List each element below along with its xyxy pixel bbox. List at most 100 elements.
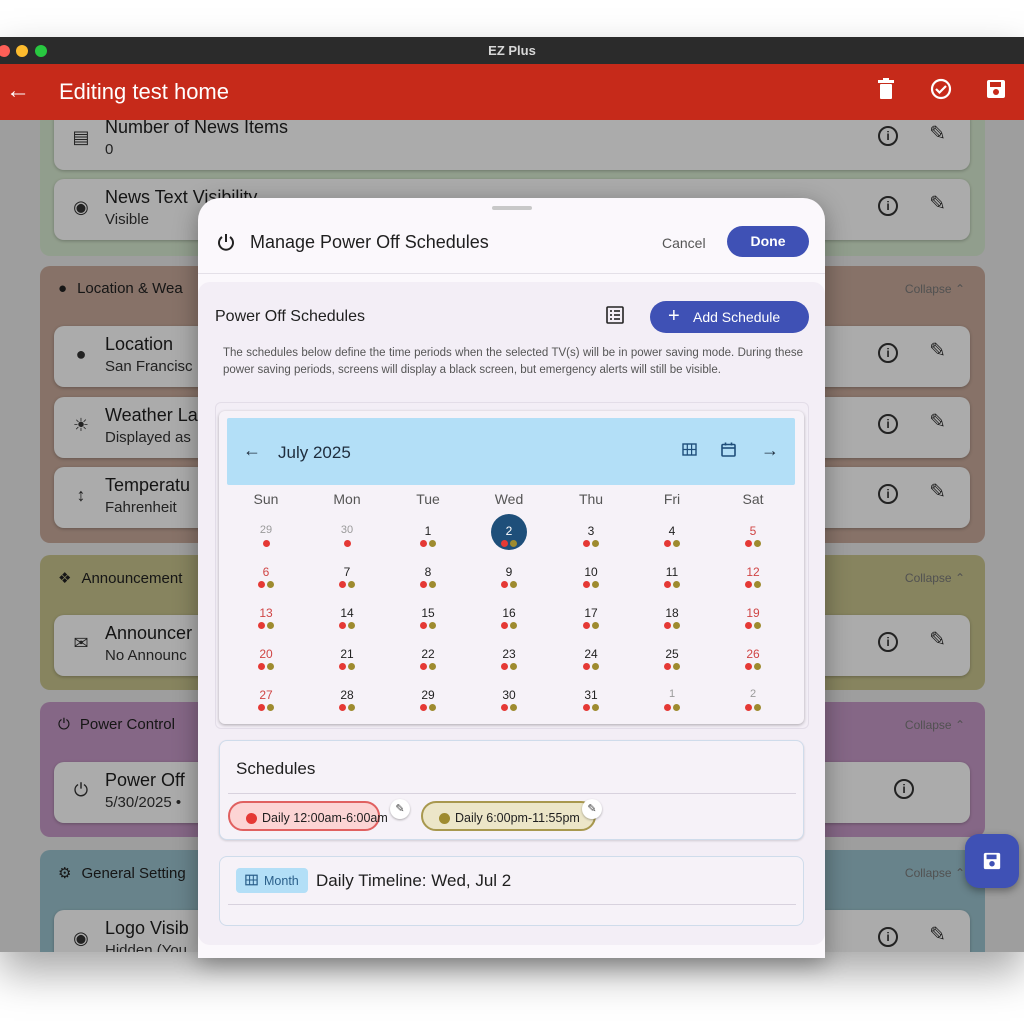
done-button[interactable]: Done xyxy=(727,226,809,257)
calendar-day[interactable]: 25 xyxy=(642,641,702,677)
calendar-day[interactable]: 17 xyxy=(561,600,621,636)
calendar-day[interactable]: 22 xyxy=(398,641,458,677)
timeline-title: Daily Timeline: Wed, Jul 2 xyxy=(316,871,512,890)
calendar-day[interactable]: 8 xyxy=(398,559,458,595)
schedule-indicator-dot xyxy=(754,704,761,711)
calendar-day[interactable]: 2 xyxy=(723,682,783,718)
schedule-indicator-dot xyxy=(267,704,274,711)
calendar-day[interactable]: 30 xyxy=(479,682,539,718)
calendar-day[interactable]: 24 xyxy=(561,641,621,677)
schedule-indicator-dot xyxy=(583,581,590,588)
schedules-card: Schedules Daily 12:00am-6:00am ✎ Daily 6… xyxy=(219,740,804,840)
calendar-icon[interactable] xyxy=(721,442,736,457)
schedule-indicator-dot xyxy=(420,622,427,629)
schedule-indicator-dot xyxy=(348,622,355,629)
schedule-indicator-dot xyxy=(348,704,355,711)
calendar-day[interactable]: 7 xyxy=(317,559,377,595)
schedule-color-dot xyxy=(439,813,450,824)
calendar-day[interactable]: 29 xyxy=(236,518,296,554)
save-fab[interactable] xyxy=(965,834,1019,888)
schedule-indicator-dot xyxy=(420,704,427,711)
schedule-indicator-dot xyxy=(420,663,427,670)
weekday-label: Sat xyxy=(742,491,764,507)
schedule-indicator-dot xyxy=(745,540,752,547)
calendar-day[interactable]: 30 xyxy=(317,518,377,554)
schedule-indicator-dot xyxy=(673,622,680,629)
window-titlebar: EZ Plus xyxy=(0,37,1024,64)
calendar-day[interactable]: 15 xyxy=(398,600,458,636)
month-label: July 2025 xyxy=(278,443,351,462)
schedule-chip[interactable]: Daily 12:00am-6:00am ✎ xyxy=(228,799,410,831)
schedule-indicator-dot xyxy=(267,663,274,670)
schedule-indicator-dot xyxy=(754,540,761,547)
calendar-day[interactable]: 28 xyxy=(317,682,377,718)
schedule-indicator-dot xyxy=(258,704,265,711)
calendar-day[interactable]: 14 xyxy=(317,600,377,636)
schedule-chip[interactable]: Daily 6:00pm-11:55pm ✎ xyxy=(421,799,602,831)
day-number: 7 xyxy=(343,565,351,579)
day-number: 30 xyxy=(340,524,354,536)
schedule-indicator-dot xyxy=(348,663,355,670)
calendar-header: ← July 2025 → xyxy=(227,418,795,485)
schedule-indicator-dot xyxy=(592,663,599,670)
calendar-day[interactable]: 31 xyxy=(561,682,621,718)
calendar-day[interactable]: 11 xyxy=(642,559,702,595)
calendar-day[interactable]: 2 xyxy=(479,514,539,554)
day-number: 29 xyxy=(421,688,435,702)
calendar-day[interactable]: 19 xyxy=(723,600,783,636)
schedule-indicator-dot xyxy=(745,622,752,629)
calendar-day[interactable]: 16 xyxy=(479,600,539,636)
schedule-indicator-dot xyxy=(429,663,436,670)
weekday-label: Wed xyxy=(494,491,524,507)
day-number: 2 xyxy=(505,524,513,538)
schedule-indicator-dot xyxy=(745,704,752,711)
calendar-day[interactable]: 26 xyxy=(723,641,783,677)
calendar-day[interactable]: 10 xyxy=(561,559,621,595)
calendar-day[interactable]: 12 xyxy=(723,559,783,595)
calendar-day[interactable]: 18 xyxy=(642,600,702,636)
back-arrow-icon[interactable]: ← xyxy=(6,77,30,105)
calendar-day[interactable]: 23 xyxy=(479,641,539,677)
next-month-arrow-icon[interactable]: → xyxy=(761,440,779,461)
calendar-day[interactable]: 3 xyxy=(561,518,621,554)
check-circle-icon[interactable] xyxy=(930,78,952,106)
day-number: 14 xyxy=(340,606,354,620)
month-view-toggle[interactable]: Month xyxy=(236,868,308,893)
calendar-day[interactable]: 5 xyxy=(723,518,783,554)
schedule-indicator-dot xyxy=(339,581,346,588)
save-icon[interactable] xyxy=(985,78,1007,106)
calendar-day[interactable]: 27 xyxy=(236,682,296,718)
calendar-day[interactable]: 6 xyxy=(236,559,296,595)
drag-handle[interactable] xyxy=(492,206,532,210)
list-view-icon[interactable] xyxy=(606,306,624,324)
window-title: EZ Plus xyxy=(488,43,536,58)
day-number: 4 xyxy=(668,524,676,538)
delete-icon[interactable] xyxy=(876,78,896,106)
schedule-indicator-dot xyxy=(501,581,508,588)
calendar-day[interactable]: 4 xyxy=(642,518,702,554)
calendar-day[interactable]: 9 xyxy=(479,559,539,595)
day-number: 18 xyxy=(665,606,679,620)
schedules-title: Schedules xyxy=(236,759,316,778)
pencil-icon[interactable]: ✎ xyxy=(582,799,602,819)
day-number: 15 xyxy=(421,606,435,620)
schedule-indicator-dot xyxy=(258,663,265,670)
prev-month-arrow-icon[interactable]: ← xyxy=(243,440,261,461)
schedule-indicator-dot xyxy=(510,540,517,547)
schedule-indicator-dot xyxy=(429,540,436,547)
cancel-button[interactable]: Cancel xyxy=(662,235,706,251)
divider xyxy=(228,793,796,794)
daily-timeline-card: Month Daily Timeline: Wed, Jul 2 xyxy=(219,856,804,926)
add-schedule-button[interactable]: + Add Schedule xyxy=(650,301,809,333)
calendar-day[interactable]: 13 xyxy=(236,600,296,636)
day-number: 24 xyxy=(584,647,598,661)
calendar-day[interactable]: 21 xyxy=(317,641,377,677)
schedule-indicator-dot xyxy=(673,663,680,670)
pencil-icon[interactable]: ✎ xyxy=(390,799,410,819)
calendar-day[interactable]: 20 xyxy=(236,641,296,677)
calendar-day[interactable]: 1 xyxy=(642,682,702,718)
schedule-indicator-dot xyxy=(673,540,680,547)
calendar-day[interactable]: 1 xyxy=(398,518,458,554)
grid-view-icon[interactable] xyxy=(682,443,697,456)
calendar-day[interactable]: 29 xyxy=(398,682,458,718)
